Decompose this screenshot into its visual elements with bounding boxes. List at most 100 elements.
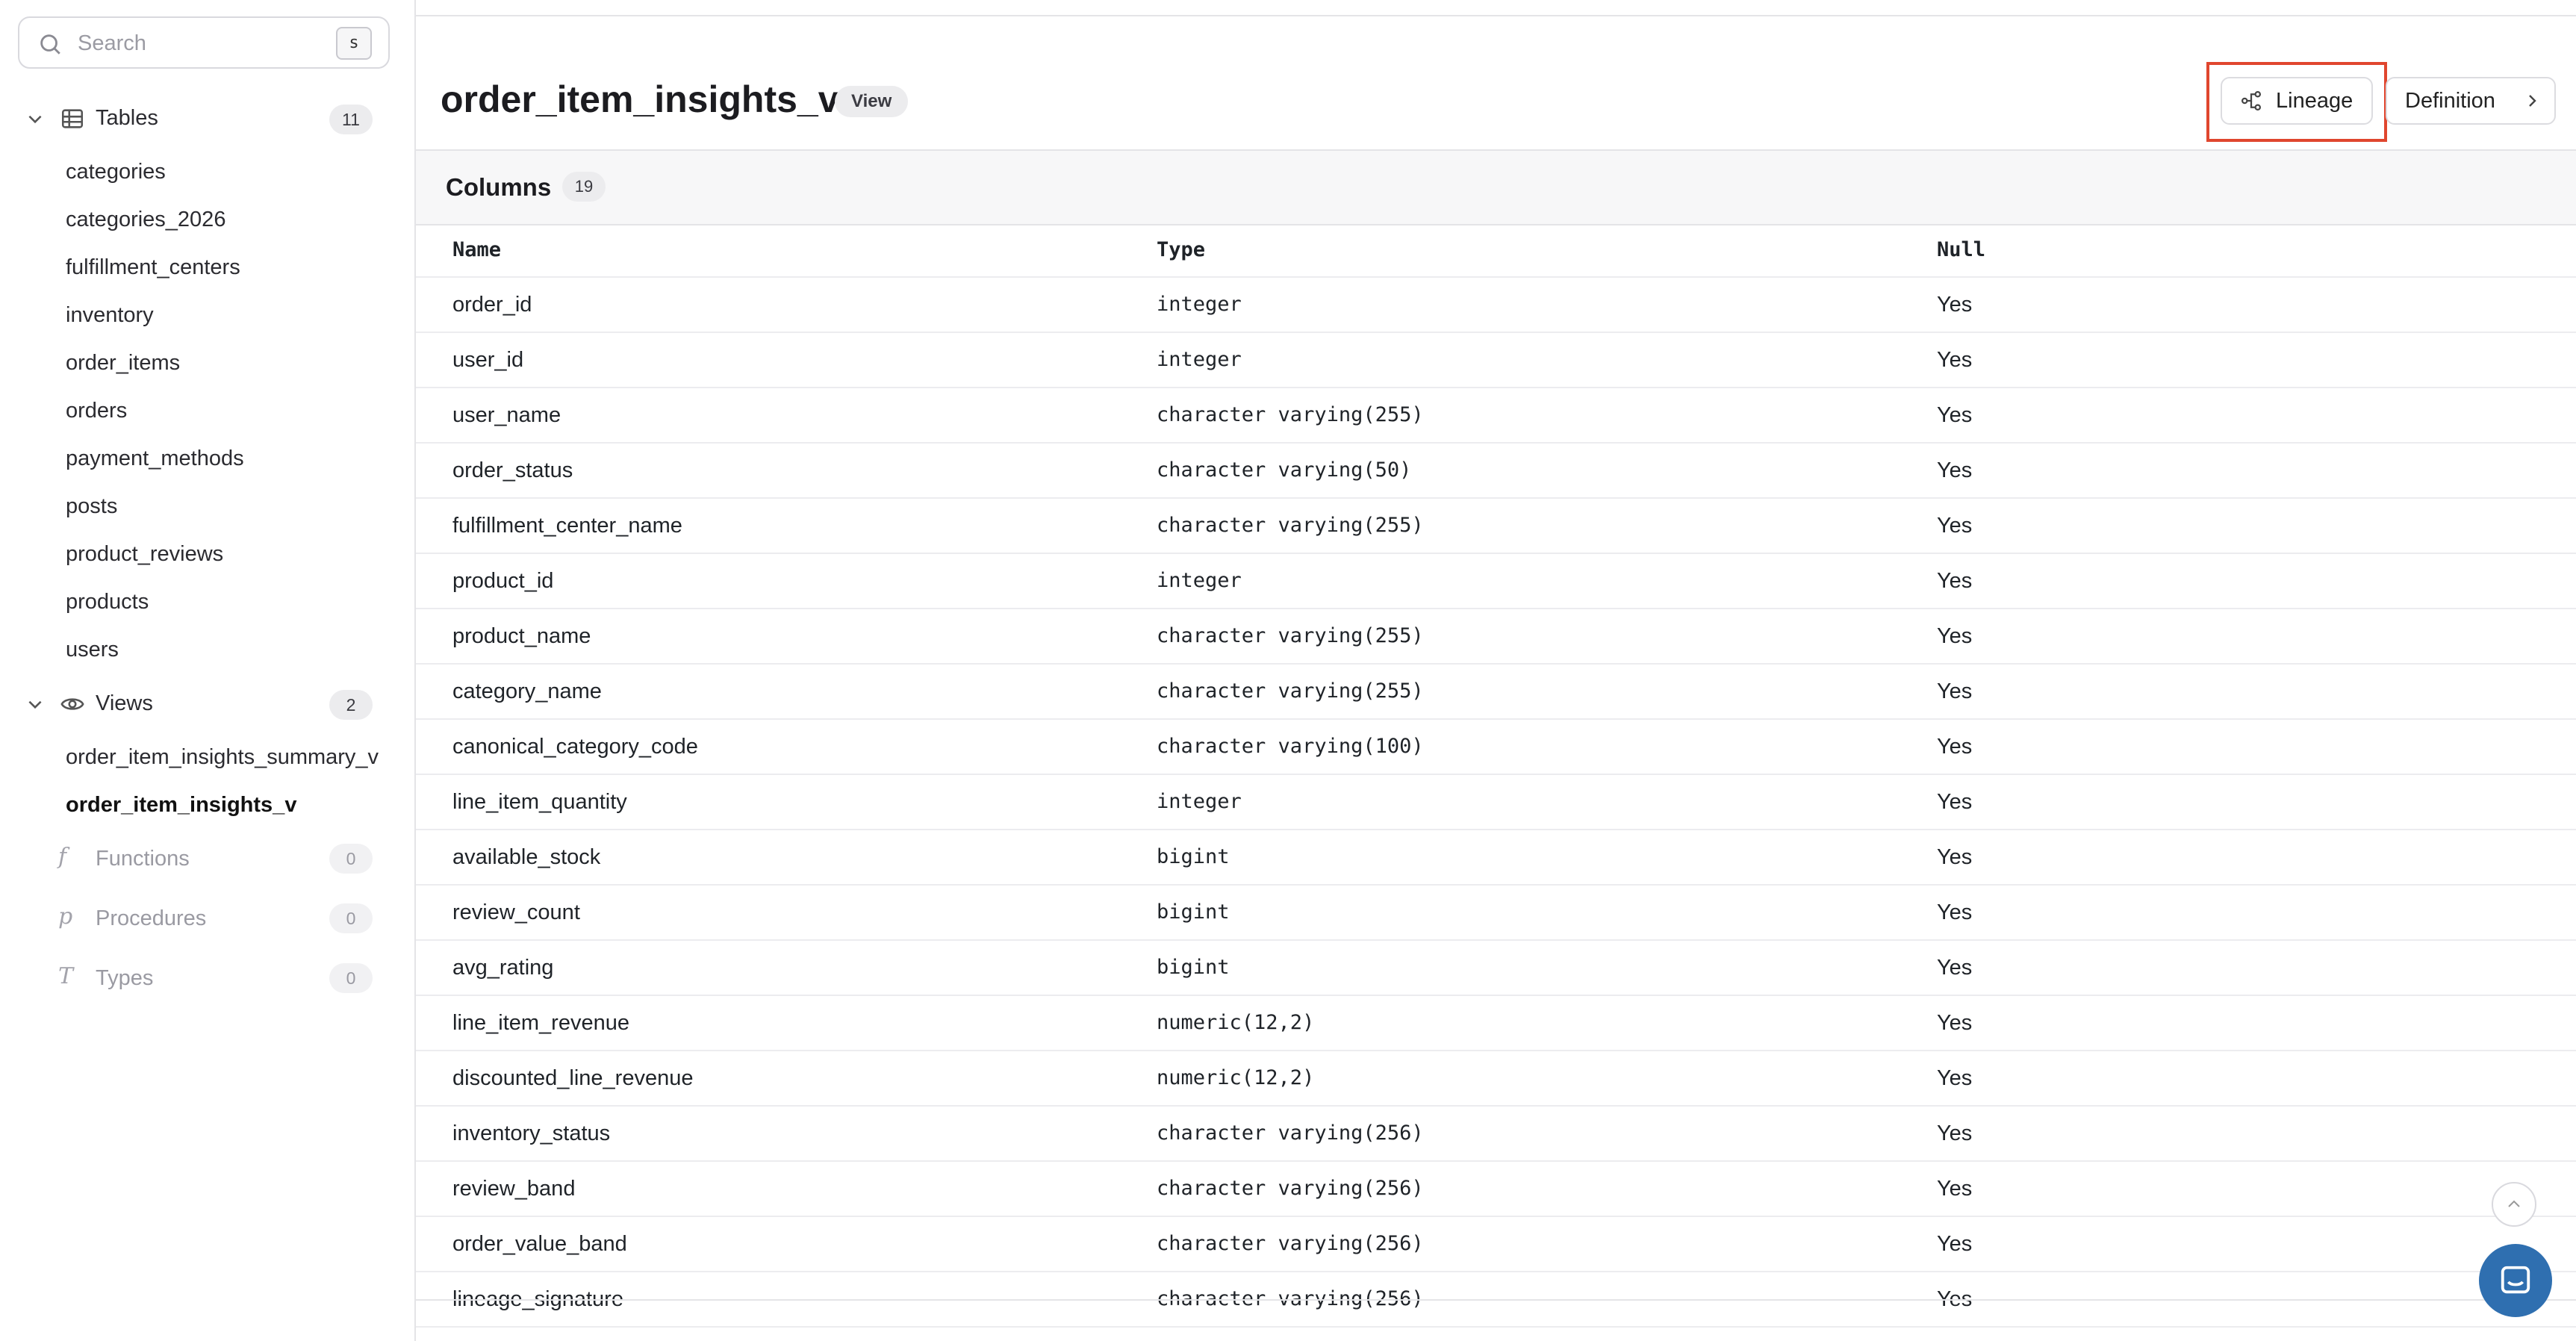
column-null-cell: Yes: [1937, 458, 1973, 482]
column-type-cell: character varying(255): [1157, 403, 1424, 426]
column-type-cell: character varying(50): [1157, 458, 1412, 482]
chevron-up-icon: [2508, 1200, 2520, 1207]
column-type-cell: integer: [1157, 348, 1242, 371]
sidebar-item-table[interactable]: product_reviews: [66, 535, 223, 573]
column-name-cell: avg_rating: [452, 956, 554, 980]
type-icon: T: [58, 963, 74, 989]
divider: [416, 15, 2576, 16]
column-null-cell: Yes: [1937, 1011, 1973, 1035]
column-name-cell: order_id: [452, 293, 532, 317]
column-type-cell: character varying(255): [1157, 514, 1424, 537]
column-name-cell: review_band: [452, 1177, 576, 1201]
sidebar-item-view[interactable]: order_item_insights_v: [66, 785, 296, 824]
column-null-cell: Yes: [1937, 1066, 1973, 1090]
views-section-header[interactable]: Views 2: [0, 679, 414, 727]
sidebar-item-table[interactable]: fulfillment_centers: [66, 248, 240, 287]
sidebar-item-table[interactable]: payment_methods: [66, 439, 244, 478]
procedures-section[interactable]: p Procedures 0: [0, 894, 414, 942]
procedure-icon: p: [58, 903, 73, 930]
table-row: canonical_category_code character varying…: [416, 720, 2576, 775]
column-name-cell: order_value_band: [452, 1232, 627, 1256]
sidebar-item-table[interactable]: order_items: [66, 343, 180, 382]
column-name-cell: line_item_revenue: [452, 1011, 629, 1035]
object-type-badge: View: [835, 86, 909, 117]
sidebar-item-table[interactable]: users: [66, 630, 119, 669]
column-null-cell: Yes: [1937, 293, 1973, 317]
main-content: order_item_insights_v View Columns 19 Na…: [416, 0, 2576, 1341]
lineage-button[interactable]: Lineage: [2221, 77, 2373, 125]
column-name-cell: inventory_status: [452, 1121, 611, 1145]
column-type-cell: character varying(256): [1157, 1121, 1424, 1145]
column-type-cell: bigint: [1157, 900, 1230, 924]
sidebar-item-table[interactable]: orders: [66, 391, 127, 430]
table-row: order_status character varying(50) Yes: [416, 444, 2576, 499]
functions-section[interactable]: f Functions 0: [0, 835, 414, 883]
types-section[interactable]: T Types 0: [0, 954, 414, 1002]
column-name-cell: user_id: [452, 348, 524, 372]
search-input[interactable]: Search s: [18, 16, 390, 69]
column-name-cell: discounted_line_revenue: [452, 1066, 694, 1090]
chat-icon: [2501, 1266, 2530, 1294]
scroll-to-top-button[interactable]: [2492, 1182, 2536, 1227]
sidebar-item-table[interactable]: categories_2026: [66, 200, 225, 239]
procedures-label: Procedures: [96, 906, 207, 930]
column-null-cell: Yes: [1937, 569, 1973, 593]
column-name-cell: canonical_category_code: [452, 735, 698, 759]
column-null-cell: Yes: [1937, 624, 1973, 648]
chevron-down-icon: [28, 700, 42, 709]
sidebar-item-table[interactable]: categories: [66, 152, 166, 191]
column-name-cell: line_item_quantity: [452, 790, 627, 814]
column-type-cell: numeric(12,2): [1157, 1066, 1315, 1089]
views-label: Views: [96, 691, 153, 715]
sidebar-item-table[interactable]: inventory: [66, 296, 154, 335]
column-null-cell: Yes: [1937, 1232, 1973, 1256]
table-row: order_id integer Yes: [416, 278, 2576, 333]
table-row: user_name character varying(255) Yes: [416, 388, 2576, 444]
table-row: product_name character varying(255) Yes: [416, 609, 2576, 665]
chevron-right-icon: [2529, 95, 2536, 107]
table-row: available_stock bigint Yes: [416, 830, 2576, 886]
table-header-row: Name Type Null: [416, 224, 2576, 278]
column-type-cell: integer: [1157, 569, 1242, 592]
table-body: order_id integer Yes user_id integer Yes user_…: [416, 278, 2576, 1328]
chevron-down-icon: [28, 115, 42, 124]
table-row: discounted_line_revenue numeric(12,2) Yes: [416, 1051, 2576, 1107]
types-count: 0: [329, 963, 373, 993]
column-name-cell: product_name: [452, 624, 591, 648]
table-row: review_band character varying(256) Yes: [416, 1162, 2576, 1217]
column-type-cell: character varying(256): [1157, 1232, 1424, 1255]
column-null-cell: Yes: [1937, 514, 1973, 538]
columns-table: Name Type Null order_id integer Yes user_id…: [416, 224, 2576, 1328]
functions-count: 0: [329, 844, 373, 874]
column-type-cell: character varying(255): [1157, 679, 1424, 703]
header-null: Null: [1937, 238, 1986, 261]
column-type-cell: character varying(255): [1157, 624, 1424, 647]
header-name: Name: [452, 238, 502, 261]
column-name-cell: available_stock: [452, 845, 601, 869]
column-type-cell: character varying(100): [1157, 735, 1424, 758]
column-null-cell: Yes: [1937, 348, 1973, 372]
columns-label: Columns: [446, 173, 552, 201]
column-type-cell: bigint: [1157, 845, 1230, 868]
tables-section-header[interactable]: Tables 11: [0, 94, 414, 142]
sidebar-item-table[interactable]: posts: [66, 487, 117, 526]
views-count: 2: [329, 690, 373, 720]
column-null-cell: Yes: [1937, 403, 1973, 427]
column-type-cell: character varying(256): [1157, 1177, 1424, 1200]
definition-button[interactable]: Definition: [2386, 77, 2556, 125]
lineage-icon: [2241, 91, 2261, 111]
column-null-cell: Yes: [1937, 1177, 1973, 1201]
function-icon: f: [58, 844, 67, 870]
sidebar-item-view[interactable]: order_item_insights_summary_v: [66, 738, 379, 777]
chat-support-button[interactable]: [2479, 1244, 2552, 1317]
header-type: Type: [1157, 238, 1206, 261]
sidebar-item-table[interactable]: products: [66, 582, 149, 621]
column-null-cell: Yes: [1937, 790, 1973, 814]
column-type-cell: integer: [1157, 293, 1242, 316]
column-null-cell: Yes: [1937, 845, 1973, 869]
column-null-cell: Yes: [1937, 679, 1973, 703]
column-name-cell: category_name: [452, 679, 602, 703]
search-shortcut-key: s: [336, 27, 372, 60]
table-row: avg_rating bigint Yes: [416, 941, 2576, 996]
column-name-cell: order_status: [452, 458, 573, 482]
